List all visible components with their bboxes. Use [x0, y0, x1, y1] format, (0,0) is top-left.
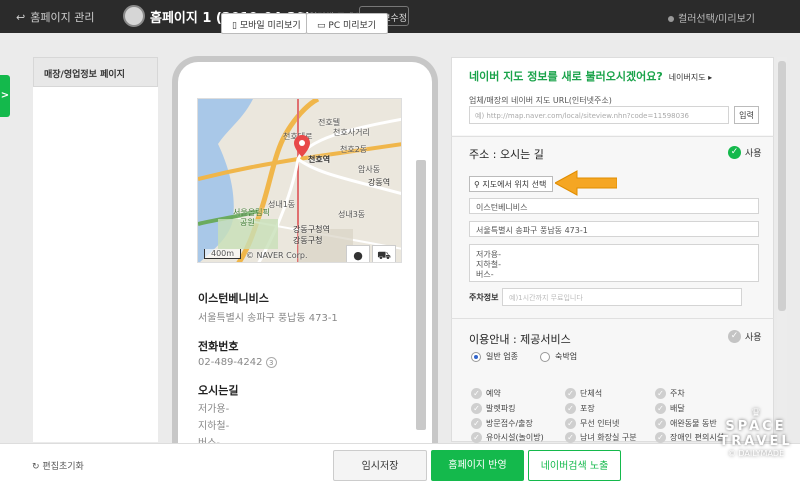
naver-map-link[interactable]: 네이버지도 ▸: [669, 73, 712, 82]
check-icon: ✓: [728, 330, 741, 343]
check-icon: ✓: [565, 432, 576, 443]
map-import-question: 네이버 지도 정보를 새로 불러오시겠어요? 네이버지도 ▸: [469, 70, 713, 83]
map-label: 천호2동: [340, 145, 368, 154]
url-label: 업체/매장의 네이버 지도 URL(인터넷주소): [469, 96, 612, 105]
check-icon: ✓: [565, 403, 576, 414]
service-checkbox[interactable]: ✓ 배달: [655, 403, 685, 414]
map-car-route-button[interactable]: ⛟: [372, 245, 396, 262]
store-name-input[interactable]: 이스턴베니비스: [469, 198, 759, 214]
directions-textarea[interactable]: 저가용- 지하철- 버스-: [469, 244, 759, 282]
palette-icon: [668, 16, 674, 22]
color-preview-link[interactable]: 컬러선택/미리보기: [668, 10, 755, 25]
radio-on-icon: [471, 351, 481, 362]
homepage-thumbnail: [123, 5, 145, 27]
check-icon: ✓: [471, 432, 482, 443]
scroll-thumb[interactable]: [778, 61, 786, 311]
store-name: 이스턴베니비스: [198, 292, 269, 305]
map-label: 암사동: [358, 165, 381, 174]
services-use-toggle[interactable]: ✓ 사용: [728, 330, 762, 343]
info-icon: 3: [265, 357, 277, 368]
directions-car: 저가용-: [198, 404, 230, 415]
watermark: ♛ SPACE TRAVEL © DAILYMADE: [712, 406, 800, 458]
service-checkbox[interactable]: ✓ 발렛파킹: [471, 403, 515, 414]
settings-scrollbar[interactable]: [777, 57, 787, 442]
service-checkbox[interactable]: ✓ 단체석: [565, 388, 602, 399]
temp-save-button[interactable]: 임시저장: [333, 450, 427, 481]
map-label: 성내1동: [268, 200, 296, 209]
store-info-preview: 이스턴베니비스 서울특별시 송파구 풍납동 473-1 전화번호 02-489-…: [198, 290, 408, 449]
service-checkbox[interactable]: ✓ 유아시설(놀이방): [471, 432, 544, 443]
mobile-icon: ▯: [232, 21, 237, 31]
naver-search-expose-button[interactable]: 네이버검색 노출: [528, 450, 621, 481]
service-checkbox[interactable]: ✓ 남녀 화장실 구분: [565, 432, 637, 443]
page-list-panel: 매장/영업정보 페이지: [33, 57, 158, 442]
map-label: 강동구청역: [293, 225, 330, 234]
select-location-button[interactable]: ⚲ 지도에서 위치 선택: [469, 176, 553, 192]
side-toggle-tab[interactable]: >: [0, 75, 10, 117]
url-submit-button[interactable]: 입력: [734, 106, 759, 124]
divider: [451, 318, 774, 319]
service-checkbox[interactable]: ✓ 애완동물 동반: [655, 418, 717, 429]
check-icon: ✓: [565, 388, 576, 399]
back-icon: ↩: [16, 10, 26, 24]
radio-general-business[interactable]: 일반 업종: [471, 351, 518, 362]
map-credit: © NAVER Corp.: [246, 251, 308, 260]
map-label: 성내3동: [338, 210, 366, 219]
map-label: 강동역: [368, 178, 391, 187]
check-icon: ✓: [565, 418, 576, 429]
parking-label: 주차정보: [469, 293, 499, 302]
store-address: 서울특별시 송파구 풍납동 473-1: [198, 313, 338, 324]
mobile-preview-button[interactable]: ▯ 모바일 미리보기: [221, 13, 307, 34]
page-item-store-info[interactable]: 매장/영업정보 페이지: [33, 57, 158, 87]
divider: [451, 136, 774, 137]
check-icon: ✓: [471, 388, 482, 399]
phone-label: 전화번호: [198, 340, 239, 353]
map-view[interactable]: 전호텔 천호사거리 천호2동 천호대로 천호역 암사동 강동역 성내3동 서울올…: [197, 98, 402, 263]
directions-subway: 지하철-: [198, 421, 230, 432]
location-pin-icon: [294, 135, 310, 157]
check-icon: ✓: [655, 403, 666, 414]
crown-icon: ♛: [751, 406, 761, 419]
map-label: 강동구청: [293, 236, 323, 245]
check-icon: ✓: [471, 403, 482, 414]
service-checkbox[interactable]: ✓ 주차: [655, 388, 685, 399]
map-scale: 400m: [204, 249, 242, 259]
pin-icon: ⚲: [474, 180, 480, 189]
preview-scrollbar[interactable]: [416, 160, 426, 430]
check-icon: ✓: [655, 388, 666, 399]
parking-input[interactable]: 예)1시간까지 무료입니다: [502, 288, 742, 306]
radio-off-icon: [540, 351, 550, 362]
check-icon: ✓: [728, 146, 741, 159]
store-address-input[interactable]: 서울특별시 송파구 풍납동 473-1: [469, 221, 759, 237]
check-icon: ✓: [655, 418, 666, 429]
top-bar: ↩홈페이지 관리 홈페이지 1 (2019-04-30) URL을 입력해 주세…: [0, 0, 800, 33]
apply-homepage-button[interactable]: 홈페이지 반영: [431, 450, 524, 481]
service-checkbox[interactable]: ✓ 포장: [565, 403, 595, 414]
map-label: 천호역: [308, 155, 331, 164]
service-checkbox[interactable]: ✓ 예약: [471, 388, 501, 399]
address-use-toggle[interactable]: ✓ 사용: [728, 146, 762, 159]
directions-label: 오시는길: [198, 384, 239, 397]
check-icon: ✓: [655, 432, 666, 443]
pc-preview-button[interactable]: ▭ PC 미리보기: [306, 13, 388, 34]
radio-lodging[interactable]: 숙박업: [540, 351, 577, 362]
arrow-icon: [555, 170, 617, 196]
reset-icon: ↻: [32, 462, 40, 472]
map-label: 공원: [240, 218, 255, 227]
back-link[interactable]: ↩ 홈페이지 관리: [16, 9, 94, 25]
phone-number: 02-489-4242 3: [198, 357, 408, 368]
address-section-title: 주소 : 오시는 길: [469, 148, 544, 161]
monitor-icon: ▭: [317, 21, 326, 31]
map-locate-button[interactable]: ●: [346, 245, 370, 262]
service-checkbox[interactable]: ✓ 무선 인터넷: [565, 418, 619, 429]
map-label: 천호사거리: [333, 128, 370, 137]
reset-edit-link[interactable]: ↻ 편집초기화: [32, 459, 84, 472]
map-url-input[interactable]: 예) http://map.naver.com/local/siteview.n…: [469, 106, 729, 124]
check-icon: ✓: [471, 418, 482, 429]
services-section-title: 이용안내 : 제공서비스: [469, 333, 571, 346]
service-checkbox[interactable]: ✓ 방문접수/출장: [471, 418, 533, 429]
